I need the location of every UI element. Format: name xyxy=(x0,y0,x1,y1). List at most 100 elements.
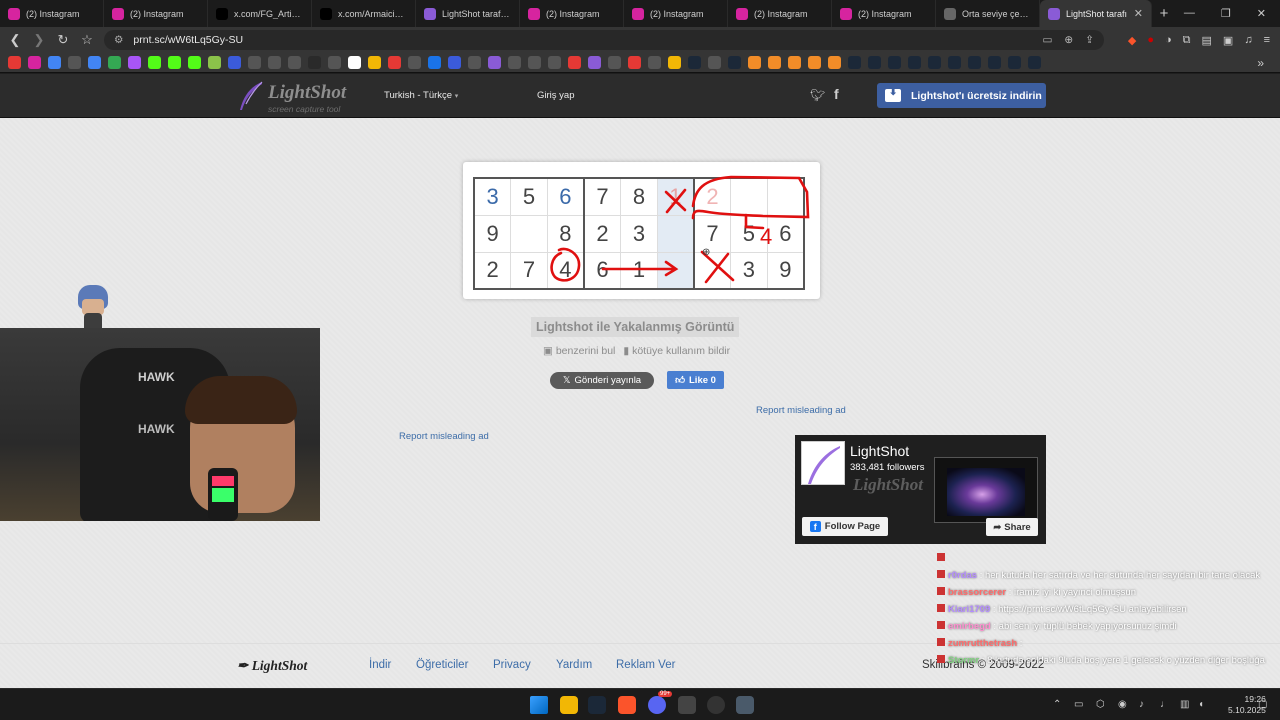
bookmark-icon[interactable] xyxy=(448,56,461,69)
captured-screenshot[interactable]: 356781298237562746139 4 ⊕ xyxy=(463,162,820,299)
twitter-icon[interactable]: 🐦︎ xyxy=(810,88,825,102)
bookmark-icon[interactable] xyxy=(988,56,1001,69)
back-icon[interactable]: ❮ xyxy=(8,32,22,48)
bookmark-icon[interactable] xyxy=(128,56,141,69)
fb-page-name[interactable]: LightShot xyxy=(850,443,909,459)
lightshot-logo[interactable]: LightShot screen capture tool xyxy=(236,80,356,114)
bookmark-icon[interactable] xyxy=(188,56,201,69)
share-icon[interactable]: ⇪ xyxy=(1085,34,1094,46)
start-icon[interactable] xyxy=(530,696,548,714)
site-info-icon[interactable]: ⚙ xyxy=(114,34,123,46)
footer-link-privacy[interactable]: Privacy xyxy=(493,659,531,671)
url-bar[interactable]: ⚙ prnt.sc/wW6tLq5Gy-SU ▭ ⊕ ⇪ xyxy=(104,30,1104,50)
close-window-icon[interactable]: ✕ xyxy=(1257,7,1266,20)
report-abuse-link[interactable]: ▮ kötüye kullanım bildir xyxy=(623,345,730,357)
brave-icon[interactable] xyxy=(618,696,636,714)
minimize-icon[interactable]: — xyxy=(1184,7,1195,20)
bookmark-icon[interactable] xyxy=(548,56,561,69)
like-button[interactable]: 👍︎ Like 0 xyxy=(667,371,724,389)
media-icon[interactable]: ♫ xyxy=(1244,34,1252,47)
facebook-icon[interactable]: f xyxy=(834,86,839,102)
browser-tab[interactable]: Orta seviye çevrimiç xyxy=(936,0,1040,27)
wallet-icon[interactable]: ▣ xyxy=(1223,34,1233,47)
bookmark-icon[interactable] xyxy=(408,56,421,69)
bookmark-icon[interactable] xyxy=(888,56,901,69)
tray-chevron-icon[interactable]: ⌃ xyxy=(1053,699,1061,710)
bookmark-icon[interactable] xyxy=(348,56,361,69)
sidebar-icon[interactable]: ▤ xyxy=(1202,34,1212,47)
bookmark-icon[interactable] xyxy=(928,56,941,69)
browser-tab[interactable]: LightShot tarafından xyxy=(416,0,520,27)
browser-tab[interactable]: (2) Instagram xyxy=(0,0,104,27)
bookmark-star-icon[interactable]: ☆ xyxy=(80,32,94,48)
bookmark-icon[interactable] xyxy=(648,56,661,69)
footer-logo[interactable]: ✒ LightShot xyxy=(237,658,307,674)
cast-icon[interactable]: ▭ xyxy=(1042,34,1052,46)
browser-tab[interactable]: (2) Instagram xyxy=(104,0,208,27)
bookmark-icon[interactable] xyxy=(708,56,721,69)
browser-tab[interactable]: x.com/FG_Artist/sta xyxy=(208,0,312,27)
report-ad-link[interactable]: Report misleading ad xyxy=(756,405,846,416)
footer-link-tutorials[interactable]: Öğreticiler xyxy=(416,659,468,671)
bookmark-icon[interactable] xyxy=(1008,56,1021,69)
find-similar-link[interactable]: ▣ benzerini bul xyxy=(543,345,615,357)
bookmark-icon[interactable] xyxy=(88,56,101,69)
close-tab-icon[interactable]: ✕ xyxy=(1134,7,1143,20)
bookmark-icon[interactable] xyxy=(228,56,241,69)
bookmark-icon[interactable] xyxy=(628,56,641,69)
bookmark-icon[interactable] xyxy=(528,56,541,69)
browser-tab[interactable]: x.com/Armaicinkav xyxy=(312,0,416,27)
bookmark-icon[interactable] xyxy=(28,56,41,69)
bookmark-icon[interactable] xyxy=(368,56,381,69)
bookmark-icon[interactable] xyxy=(848,56,861,69)
bookmark-icon[interactable] xyxy=(588,56,601,69)
bookmark-icon[interactable] xyxy=(508,56,521,69)
discord-icon[interactable]: 99+ xyxy=(648,691,673,714)
bookmark-icon[interactable] xyxy=(308,56,321,69)
extension-icon[interactable]: ◑ xyxy=(1165,34,1172,47)
bookmark-icon[interactable] xyxy=(48,56,61,69)
menu-icon[interactable]: ≡ xyxy=(1264,34,1270,47)
bookmark-icon[interactable] xyxy=(608,56,621,69)
footer-link-advertise[interactable]: Reklam Ver xyxy=(616,659,675,671)
bookmark-icon[interactable] xyxy=(268,56,281,69)
browser-tab[interactable]: LightShot tarafı ✕ xyxy=(1040,0,1152,27)
ublock-icon[interactable]: ● xyxy=(1147,34,1154,47)
zoom-icon[interactable]: ⊕ xyxy=(1064,34,1073,46)
login-link[interactable]: Giriş yap xyxy=(537,90,574,101)
browser-tab[interactable]: (2) Instagram xyxy=(728,0,832,27)
footer-link-download[interactable]: İndir xyxy=(369,659,391,671)
bookmark-icon[interactable] xyxy=(68,56,81,69)
facebook-page-widget[interactable]: LightShot 383,481 followers LightShot fF… xyxy=(795,435,1046,544)
bookmark-icon[interactable] xyxy=(768,56,781,69)
app-icon[interactable] xyxy=(678,696,696,714)
bookmark-icon[interactable] xyxy=(428,56,441,69)
bookmark-icon[interactable] xyxy=(568,56,581,69)
steam-tray-icon[interactable]: ◉ xyxy=(1118,699,1127,710)
browser-tab[interactable]: (2) Instagram xyxy=(520,0,624,27)
bookmark-icon[interactable] xyxy=(688,56,701,69)
brave-shield-icon[interactable]: ◆ xyxy=(1128,34,1136,47)
volume-icon[interactable]: ♪ xyxy=(1139,699,1144,710)
bookmark-icon[interactable] xyxy=(788,56,801,69)
network-icon[interactable]: ▥ xyxy=(1180,699,1189,710)
bookmark-icon[interactable] xyxy=(668,56,681,69)
bookmark-icon[interactable] xyxy=(1028,56,1041,69)
footer-link-help[interactable]: Yardım xyxy=(556,659,592,671)
bookmark-icon[interactable] xyxy=(468,56,481,69)
browser-tab[interactable]: (2) Instagram xyxy=(832,0,936,27)
file-explorer-icon[interactable] xyxy=(560,696,578,714)
bookmark-icon[interactable] xyxy=(168,56,181,69)
obs-icon[interactable] xyxy=(707,696,725,714)
language-selector[interactable]: Turkish - Türkçe ▾ xyxy=(384,90,458,101)
bookmark-icon[interactable] xyxy=(8,56,21,69)
share-button[interactable]: ➦ Share xyxy=(986,518,1038,536)
bookmark-icon[interactable] xyxy=(828,56,841,69)
forward-icon[interactable]: ❯ xyxy=(32,32,46,48)
tray-icon[interactable]: ▭ xyxy=(1074,699,1083,710)
bookmark-icon[interactable] xyxy=(868,56,881,69)
bookmark-icon[interactable] xyxy=(288,56,301,69)
tray-icon-2[interactable]: ⬡ xyxy=(1096,699,1105,710)
bookmark-icon[interactable] xyxy=(208,56,221,69)
steam-icon[interactable] xyxy=(588,696,606,714)
